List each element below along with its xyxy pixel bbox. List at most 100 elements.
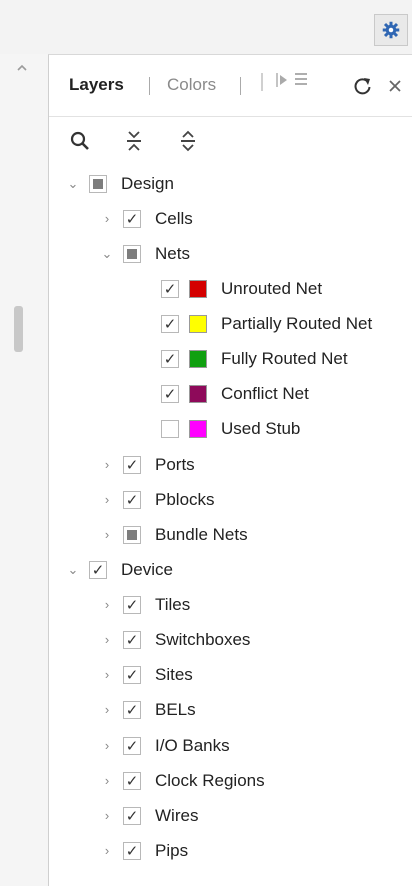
tree-item-device[interactable]: ⌄ ✓ Device	[65, 552, 173, 587]
tree-item-wires[interactable]: › ✓ Wires	[99, 798, 198, 833]
checkbox-ports[interactable]: ✓	[123, 455, 141, 474]
tree-label: Pips	[155, 840, 189, 860]
panel-tabs: Layers Colors	[49, 55, 412, 117]
color-swatch	[189, 349, 207, 368]
tree-item-pips[interactable]: › ✓ Pips	[99, 833, 188, 868]
chevron-right-icon[interactable]: ›	[99, 632, 115, 648]
tree-label: Clock Regions	[155, 770, 265, 790]
checkbox-fully-routed-net[interactable]: ✓	[161, 349, 179, 368]
tree-label: I/O Banks	[155, 735, 230, 755]
tree-label: Ports	[155, 454, 195, 474]
checkbox-cells[interactable]: ✓	[123, 209, 141, 228]
checkbox-sites[interactable]: ✓	[123, 665, 141, 684]
search-icon[interactable]	[69, 130, 91, 152]
chevron-right-icon[interactable]: ›	[99, 211, 115, 227]
panel-toolbar	[49, 117, 412, 163]
next-tab-icon[interactable]	[275, 69, 289, 91]
gear-icon	[382, 21, 400, 39]
checkbox-pips[interactable]: ✓	[123, 841, 141, 860]
chevron-down-icon[interactable]: ⌄	[65, 176, 81, 192]
tree-label: Sites	[155, 664, 193, 684]
layers-panel: Layers Colors ⌄ Design › ✓ Cells ⌄ Nets …	[48, 54, 412, 886]
chevron-right-icon[interactable]: ›	[99, 597, 115, 613]
checkbox-clock-regions[interactable]: ✓	[123, 771, 141, 790]
chevron-right-icon[interactable]: ›	[99, 527, 115, 543]
close-icon[interactable]	[387, 78, 403, 94]
tree-label: BELs	[155, 699, 196, 719]
tab-separator	[240, 77, 241, 95]
refresh-icon[interactable]	[353, 76, 373, 96]
tree-item-partially-routed-net[interactable]: ✓ Partially Routed Net	[153, 306, 372, 341]
tree-label: Device	[121, 559, 173, 579]
tab-colors[interactable]: Colors	[167, 75, 216, 95]
tree-item-ports[interactable]: › ✓ Ports	[99, 447, 195, 482]
tree-label: Pblocks	[155, 489, 215, 509]
tree-label: Conflict Net	[221, 383, 309, 403]
tree-item-pblocks[interactable]: › ✓ Pblocks	[99, 482, 215, 517]
tree-item-bels[interactable]: › ✓ BELs	[99, 692, 196, 727]
tree-item-nets[interactable]: ⌄ Nets	[99, 236, 190, 271]
checkbox-io-banks[interactable]: ✓	[123, 736, 141, 755]
checkbox-nets[interactable]	[123, 244, 141, 263]
expand-all-icon[interactable]	[177, 129, 199, 153]
chevron-right-icon[interactable]: ›	[99, 492, 115, 508]
chevron-down-icon[interactable]: ⌄	[65, 562, 81, 578]
checkbox-pblocks[interactable]: ✓	[123, 490, 141, 509]
tree-item-io-banks[interactable]: › ✓ I/O Banks	[99, 728, 230, 763]
color-swatch	[189, 384, 207, 403]
tree-item-unrouted-net[interactable]: ✓ Unrouted Net	[153, 271, 322, 306]
tree-label: Tiles	[155, 594, 191, 614]
checkbox-unrouted-net[interactable]: ✓	[161, 279, 179, 298]
tree-item-clock-regions[interactable]: › ✓ Clock Regions	[99, 763, 265, 798]
settings-button[interactable]	[374, 14, 408, 46]
chevron-right-icon[interactable]: ›	[99, 843, 115, 859]
tab-layers[interactable]: Layers	[69, 75, 124, 95]
left-strip	[0, 54, 48, 886]
tree-label: Switchboxes	[155, 629, 251, 649]
menu-icon[interactable]	[293, 69, 309, 91]
checkbox-switchboxes[interactable]: ✓	[123, 630, 141, 649]
checkbox-wires[interactable]: ✓	[123, 806, 141, 825]
tree-label: Wires	[155, 805, 199, 825]
tree-label: Used Stub	[221, 418, 301, 438]
tab-list-icon[interactable]	[259, 69, 273, 97]
tree-item-sites[interactable]: › ✓ Sites	[99, 657, 193, 692]
tree-label: Fully Routed Net	[221, 348, 348, 368]
chevron-up-icon[interactable]	[12, 62, 32, 74]
tree-item-switchboxes[interactable]: › ✓ Switchboxes	[99, 622, 250, 657]
collapse-all-icon[interactable]	[123, 129, 145, 153]
tree-label: Bundle Nets	[155, 524, 248, 544]
chevron-right-icon[interactable]: ›	[99, 773, 115, 789]
tree-label: Cells	[155, 208, 193, 228]
tree-label: Design	[121, 173, 174, 193]
chevron-right-icon[interactable]: ›	[99, 738, 115, 754]
tree-item-fully-routed-net[interactable]: ✓ Fully Routed Net	[153, 341, 348, 376]
checkbox-conflict-net[interactable]: ✓	[161, 384, 179, 403]
color-swatch	[189, 314, 207, 333]
checkbox-design[interactable]	[89, 174, 107, 193]
checkbox-partially-routed-net[interactable]: ✓	[161, 314, 179, 333]
checkbox-used-stub[interactable]	[161, 419, 179, 438]
tree-item-used-stub[interactable]: Used Stub	[153, 411, 300, 446]
tab-separator	[149, 77, 150, 95]
chevron-down-icon[interactable]: ⌄	[99, 246, 115, 262]
checkbox-device[interactable]: ✓	[89, 560, 107, 579]
tree-item-cells[interactable]: › ✓ Cells	[99, 201, 193, 236]
checkbox-bundle-nets[interactable]	[123, 525, 141, 544]
tree-item-tiles[interactable]: › ✓ Tiles	[99, 587, 190, 622]
chevron-right-icon[interactable]: ›	[99, 702, 115, 718]
tree-label: Nets	[155, 243, 190, 263]
top-bar	[0, 0, 412, 54]
color-swatch	[189, 279, 207, 298]
color-swatch	[189, 419, 207, 438]
tree-label: Unrouted Net	[221, 278, 323, 298]
chevron-right-icon[interactable]: ›	[99, 808, 115, 824]
resize-handle[interactable]	[14, 306, 23, 352]
checkbox-bels[interactable]: ✓	[123, 700, 141, 719]
chevron-right-icon[interactable]: ›	[99, 457, 115, 473]
checkbox-tiles[interactable]: ✓	[123, 595, 141, 614]
chevron-right-icon[interactable]: ›	[99, 667, 115, 683]
tree-item-conflict-net[interactable]: ✓ Conflict Net	[153, 376, 309, 411]
tree-item-design[interactable]: ⌄ Design	[65, 166, 174, 201]
tree-item-bundle-nets[interactable]: › Bundle Nets	[99, 517, 248, 552]
